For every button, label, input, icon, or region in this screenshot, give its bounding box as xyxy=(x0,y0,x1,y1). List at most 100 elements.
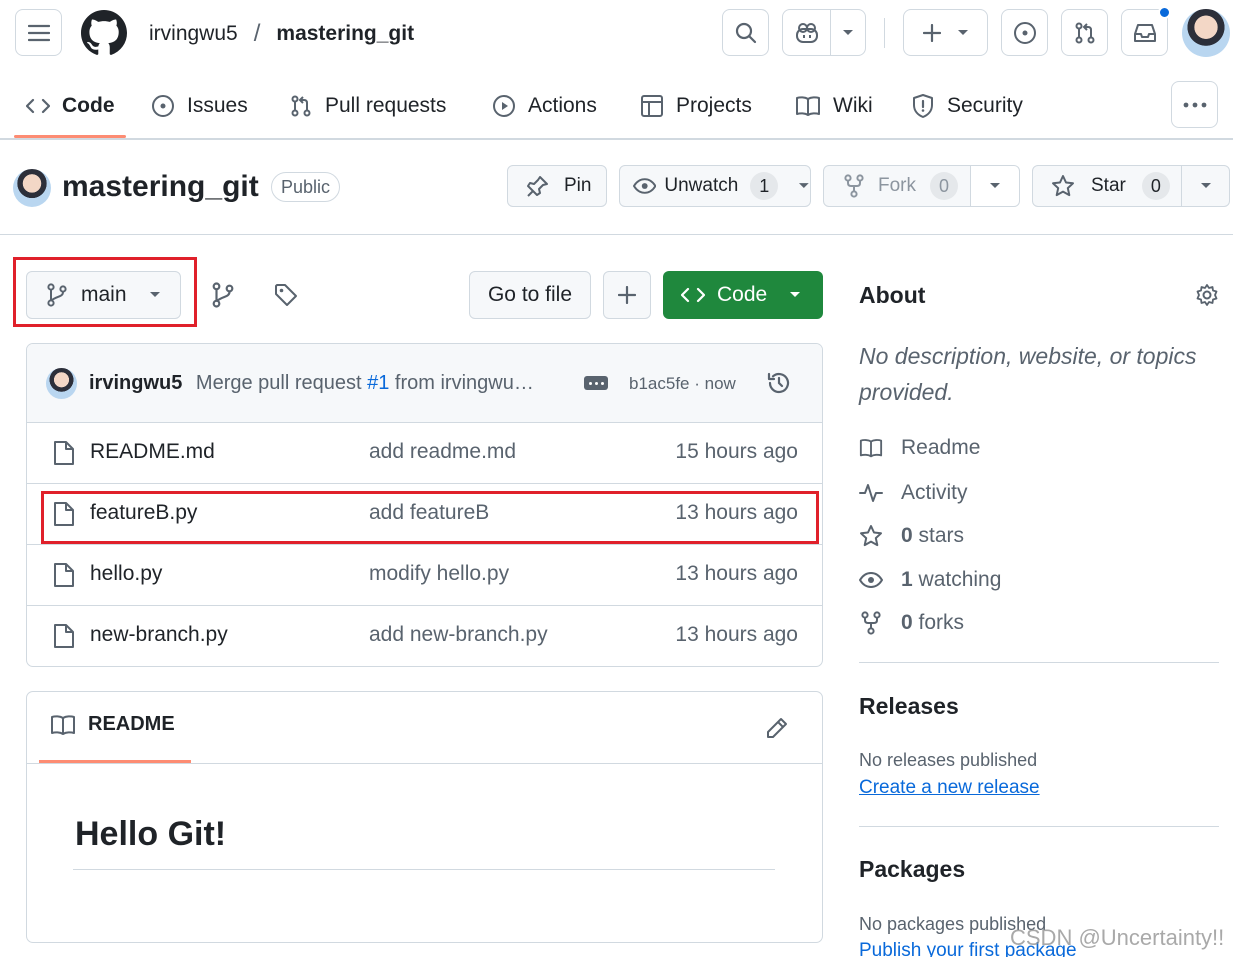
commit-details-toggle[interactable] xyxy=(584,376,608,390)
create-new-button[interactable] xyxy=(903,9,988,56)
star-dropdown-button[interactable] xyxy=(1181,165,1230,207)
fork-icon xyxy=(861,611,881,635)
user-avatar[interactable] xyxy=(1182,9,1230,57)
eye-icon xyxy=(633,178,657,194)
file-row[interactable]: hello.py modify hello.py 13 hours ago xyxy=(27,544,822,605)
plus-icon xyxy=(922,23,941,42)
code-icon xyxy=(681,287,705,303)
tab-label: Projects xyxy=(676,94,752,117)
about-divider xyxy=(859,662,1219,663)
chevron-down-icon xyxy=(1200,183,1211,188)
owner-link[interactable]: irvingwu5 xyxy=(149,22,238,46)
code-dropdown-button[interactable]: Code xyxy=(663,271,823,319)
file-row[interactable]: README.md add readme.md 15 hours ago xyxy=(27,422,822,483)
forks-link[interactable]: 0 forks xyxy=(859,611,964,635)
packages-title[interactable]: Packages xyxy=(859,856,965,883)
activity-link[interactable]: Activity xyxy=(859,481,968,505)
go-to-file-label: Go to file xyxy=(487,283,573,306)
search-button[interactable] xyxy=(722,9,769,56)
commit-pr-link[interactable]: #1 xyxy=(367,372,389,394)
commit-message-suffix[interactable]: from irvingwu… xyxy=(389,372,534,394)
repo-title[interactable]: mastering_git xyxy=(62,170,259,204)
shield-icon xyxy=(913,94,933,118)
pull-requests-button[interactable] xyxy=(1061,9,1108,56)
breadcrumb-separator: / xyxy=(253,20,261,47)
readme-tab[interactable]: README xyxy=(50,713,175,736)
chevron-down-icon xyxy=(957,29,968,35)
add-file-button[interactable] xyxy=(603,271,651,319)
github-logo-icon[interactable] xyxy=(81,10,127,56)
commit-history-link[interactable] xyxy=(766,370,792,396)
tab-issues[interactable]: Issues xyxy=(151,86,248,126)
stars-link[interactable]: 0 stars xyxy=(859,524,964,548)
file-name[interactable]: README.md xyxy=(90,440,215,464)
branch-name: main xyxy=(81,283,127,306)
tags-link[interactable] xyxy=(274,283,298,307)
chevron-down-icon xyxy=(149,292,160,297)
copilot-button[interactable] xyxy=(782,9,866,56)
commit-message-prefix[interactable]: Merge pull request xyxy=(196,372,367,394)
repo-link[interactable]: mastering_git xyxy=(276,22,414,46)
file-row[interactable]: new-branch.py add new-branch.py 13 hours… xyxy=(27,605,822,666)
activity-link-label: Activity xyxy=(901,481,968,504)
about-description: No description, website, or topics provi… xyxy=(859,343,1197,405)
watching-count: 1 xyxy=(901,568,913,591)
tab-security[interactable]: Security xyxy=(911,86,1023,126)
more-tabs-button[interactable] xyxy=(1171,81,1218,128)
code-button-label: Code xyxy=(717,283,768,306)
branches-link[interactable] xyxy=(212,282,234,308)
file-commit-message[interactable]: modify hello.py xyxy=(369,562,509,586)
tab-wiki[interactable]: Wiki xyxy=(795,86,873,126)
readme-header-divider xyxy=(27,763,822,764)
readme-heading-rule xyxy=(73,869,775,870)
watching-link[interactable]: 1 watching xyxy=(859,568,1001,592)
commit-time: now xyxy=(704,374,736,393)
menu-button[interactable] xyxy=(15,9,62,56)
file-name[interactable]: hello.py xyxy=(90,562,162,586)
releases-divider xyxy=(859,826,1219,827)
about-settings-button[interactable] xyxy=(1195,283,1219,307)
pin-button[interactable]: Pin xyxy=(507,165,607,207)
tab-label: Actions xyxy=(528,94,597,117)
unwatch-button[interactable]: Unwatch 1 xyxy=(619,165,811,207)
about-title: About xyxy=(859,282,926,308)
commit-author-avatar[interactable] xyxy=(46,368,77,399)
inbox-icon xyxy=(1133,23,1156,42)
readme-heading: Hello Git! xyxy=(75,815,227,853)
edit-readme-button[interactable] xyxy=(765,716,789,740)
tab-actions[interactable]: Actions xyxy=(492,86,597,126)
fork-button[interactable]: Fork 0 xyxy=(823,165,971,207)
file-name[interactable]: new-branch.py xyxy=(90,623,228,647)
create-release-link[interactable]: Create a new release xyxy=(859,777,1040,799)
star-button[interactable]: Star 0 xyxy=(1032,165,1182,207)
fork-icon xyxy=(844,174,864,198)
go-to-file-button[interactable]: Go to file xyxy=(469,271,591,319)
readme-link[interactable]: Readme xyxy=(859,436,980,460)
star-counter: 0 xyxy=(1141,172,1170,200)
git-branch-icon xyxy=(212,282,234,308)
fork-dropdown-button[interactable] xyxy=(970,165,1020,207)
file-icon xyxy=(54,563,74,587)
chevron-down-icon xyxy=(799,183,810,188)
git-branch-icon xyxy=(47,283,67,307)
issues-button[interactable] xyxy=(1001,9,1048,56)
commit-sha[interactable]: b1ac5fe xyxy=(629,374,690,393)
releases-title[interactable]: Releases xyxy=(859,693,959,720)
file-icon xyxy=(54,441,74,465)
tab-code[interactable]: Code xyxy=(26,86,115,126)
commit-author[interactable]: irvingwu5 xyxy=(89,372,182,394)
file-commit-message[interactable]: add readme.md xyxy=(369,440,516,464)
forks-label: forks xyxy=(918,611,965,634)
tab-pull-requests[interactable]: Pull requests xyxy=(289,86,446,126)
tab-projects[interactable]: Projects xyxy=(640,86,752,126)
forks-count: 0 xyxy=(901,611,913,634)
watermark: CSDN @Uncertainty!! xyxy=(1010,925,1225,950)
commit-dot: · xyxy=(694,374,700,393)
branch-selector-button[interactable]: main xyxy=(26,271,181,319)
header-divider xyxy=(884,18,885,48)
file-commit-message[interactable]: add new-branch.py xyxy=(369,623,548,647)
file-time: 13 hours ago xyxy=(675,562,798,585)
issue-icon xyxy=(152,95,174,117)
star-label: Star xyxy=(1091,175,1126,196)
owner-avatar[interactable] xyxy=(13,169,51,207)
